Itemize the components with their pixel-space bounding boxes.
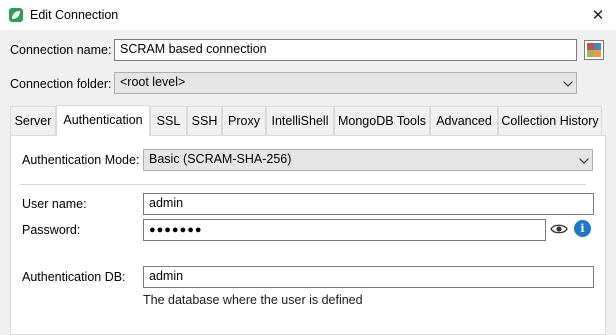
- auth-mode-label: Authentication Mode:: [22, 153, 140, 167]
- auth-db-label: Authentication DB:: [22, 270, 126, 284]
- tab-advanced[interactable]: Advanced: [430, 106, 498, 136]
- connection-folder-label: Connection folder:: [10, 77, 112, 91]
- separator: [20, 184, 586, 185]
- color-palette-icon: [587, 43, 601, 57]
- chevron-down-icon: [579, 158, 589, 164]
- tab-authentication[interactable]: Authentication: [56, 105, 150, 136]
- eye-icon[interactable]: [550, 220, 568, 238]
- password-input[interactable]: ●●●●●●●: [143, 219, 546, 241]
- tab-ssh[interactable]: SSH: [187, 106, 222, 136]
- close-button[interactable]: ✕: [580, 0, 616, 30]
- connection-folder-select[interactable]: <root level>: [114, 72, 577, 94]
- connection-folder-value: <root level>: [120, 75, 186, 89]
- password-label: Password:: [22, 223, 81, 237]
- tab-mongodb-tools[interactable]: MongoDB Tools: [334, 106, 430, 136]
- tab-intellishell[interactable]: IntelliShell: [266, 106, 334, 136]
- connection-name-label: Connection name:: [10, 43, 112, 57]
- auth-mode-value: Basic (SCRAM-SHA-256): [149, 152, 292, 166]
- username-label: User name:: [22, 197, 87, 211]
- info-icon[interactable]: i: [574, 220, 591, 237]
- color-picker-button[interactable]: [584, 40, 604, 60]
- tab-proxy[interactable]: Proxy: [222, 106, 266, 136]
- auth-mode-select[interactable]: Basic (SCRAM-SHA-256): [143, 149, 593, 171]
- tab-ssl[interactable]: SSL: [150, 106, 187, 136]
- username-input[interactable]: admin: [143, 193, 594, 215]
- title-bar: Edit Connection ✕: [0, 0, 616, 30]
- tab-collection-history[interactable]: Collection History: [498, 106, 602, 136]
- auth-db-hint: The database where the user is defined: [143, 293, 363, 307]
- chevron-down-icon: [563, 81, 573, 87]
- tab-server[interactable]: Server: [10, 106, 56, 136]
- connection-name-input[interactable]: SCRAM based connection: [114, 39, 577, 61]
- auth-db-input[interactable]: admin: [143, 266, 594, 288]
- window-title: Edit Connection: [30, 8, 119, 22]
- close-icon: ✕: [591, 7, 605, 24]
- leaf-icon: [9, 8, 23, 22]
